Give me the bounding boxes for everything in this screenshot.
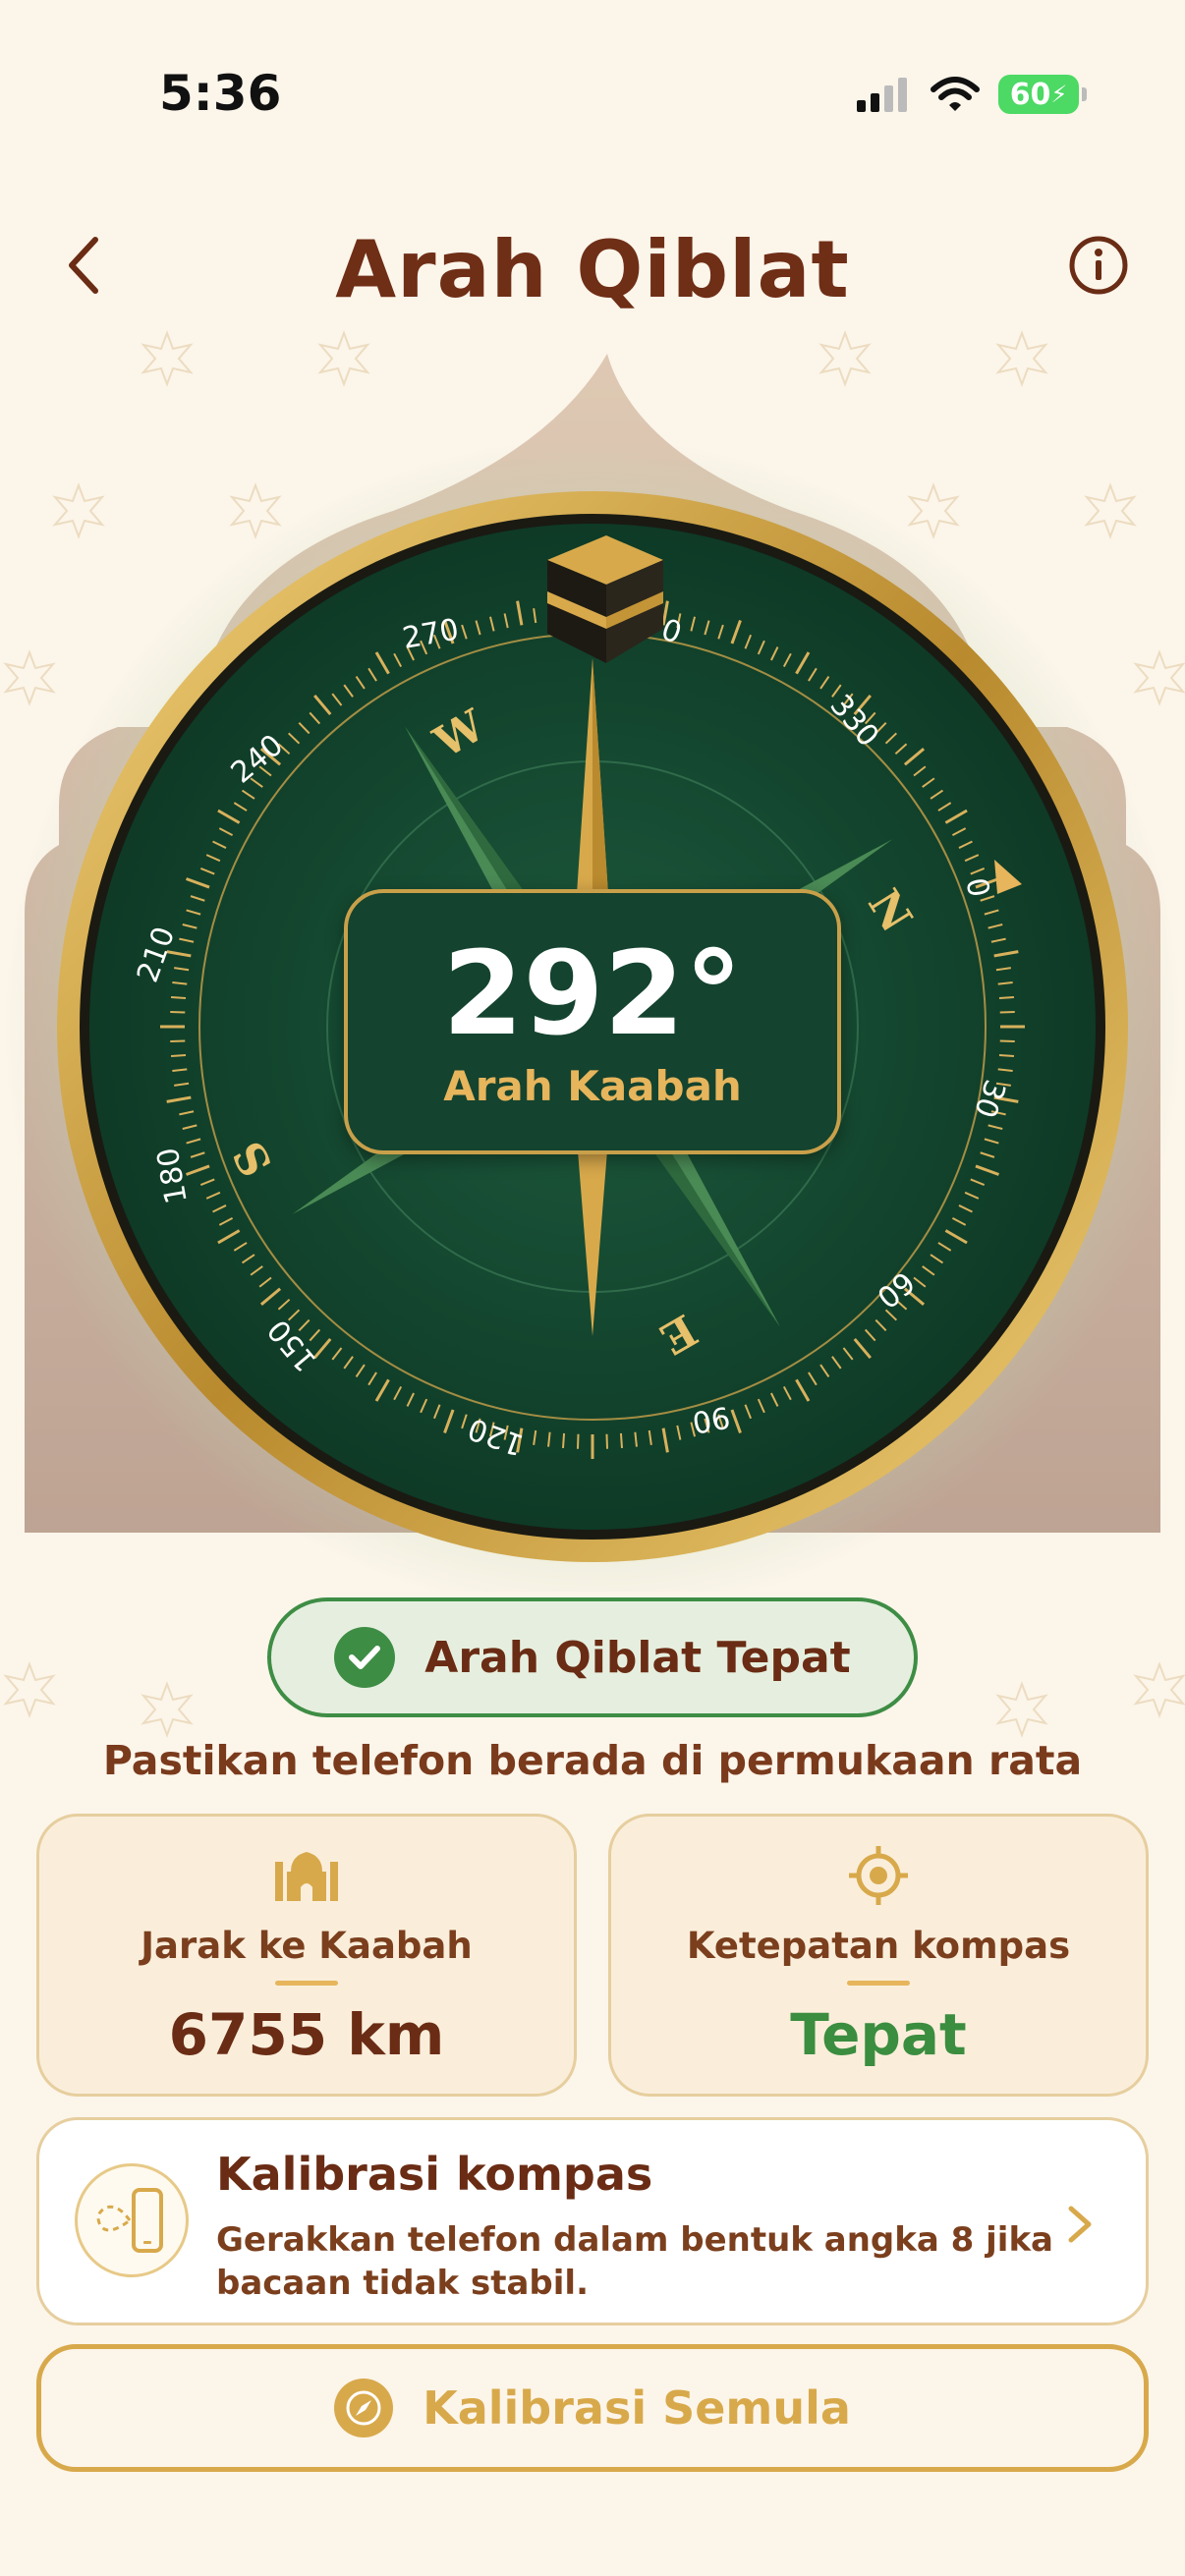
- flat-surface-hint: Pastikan telefon berada di permukaan rat…: [102, 1737, 1083, 1784]
- check-circle-icon: [334, 1627, 396, 1688]
- calibration-title: Kalibrasi kompas: [216, 2148, 653, 2201]
- dial-tick: [998, 996, 1015, 1000]
- dial-tick: [576, 1433, 580, 1449]
- dial-tick: [170, 996, 187, 1000]
- dial-tick: [999, 1039, 1015, 1043]
- reset-calibration-label: Kalibrasi Semula: [423, 2381, 851, 2435]
- dial-tick: [170, 1010, 186, 1014]
- info-icon[interactable]: [1067, 234, 1130, 297]
- distance-value: 6755 km: [168, 2001, 445, 2068]
- target-icon: [847, 1844, 910, 1907]
- distance-label: Jarak ke Kaabah: [141, 1925, 473, 1967]
- wifi-icon: [931, 77, 980, 111]
- chevron-right-icon: [1068, 2206, 1092, 2243]
- status-bar: 5:36 60 ⚡: [0, 0, 1185, 196]
- mosque-icon: [273, 1844, 340, 1907]
- header: Arah Qiblat: [0, 206, 1185, 324]
- compass-area: W N S E 0 30 60 90 120 150 180 210 240 2…: [0, 334, 1185, 1592]
- accuracy-card: Ketepatan kompas Tepat: [608, 1814, 1149, 2097]
- accuracy-label: Ketepatan kompas: [686, 1925, 1071, 1967]
- qibla-status-pill: Arah Qiblat Tepat: [267, 1597, 918, 1717]
- qibla-degree-label: Arah Kaabah: [443, 1062, 742, 1111]
- reset-calibration-button[interactable]: Kalibrasi Semula: [36, 2344, 1149, 2472]
- phone-figure-eight-icon: [75, 2163, 189, 2277]
- dial-tick: [562, 1432, 566, 1449]
- dial-label-90: 90: [690, 1399, 733, 1439]
- compass-icon: [334, 2379, 394, 2437]
- calibration-description: Gerakkan telefon dalam bentuk angka 8 ji…: [216, 2220, 1053, 2303]
- dial-tick: [605, 1433, 609, 1449]
- battery-charging-icon: 60 ⚡: [998, 75, 1087, 114]
- qibla-status-text: Arah Qiblat Tepat: [424, 1632, 851, 1683]
- accuracy-value: Tepat: [790, 2001, 967, 2068]
- qibla-degree-box: 292° Arah Kaabah: [344, 889, 841, 1154]
- qibla-degree-value: 292°: [442, 924, 743, 1061]
- status-icons: 60 ⚡: [857, 75, 1087, 114]
- dial-tick: [999, 1010, 1015, 1014]
- qibla-screen: 5:36 60 ⚡ Arah Qiblat W N S E 0 30 60 90…: [0, 0, 1185, 2576]
- dial-tick: [998, 1053, 1015, 1057]
- dial-tick: [170, 1039, 186, 1043]
- battery-level: 60: [1009, 77, 1051, 112]
- distance-card: Jarak ke Kaabah 6755 km: [36, 1814, 577, 2097]
- status-time: 5:36: [159, 65, 282, 122]
- distance-divider: [275, 1981, 338, 1986]
- page-title: Arah Qiblat: [335, 224, 850, 315]
- calibration-card[interactable]: Kalibrasi kompas Gerakkan telefon dalam …: [36, 2117, 1149, 2325]
- cellular-signal-icon: [857, 78, 907, 112]
- dial-tick: [170, 1053, 187, 1057]
- accuracy-divider: [847, 1981, 910, 1986]
- dial-tick: [619, 1432, 623, 1449]
